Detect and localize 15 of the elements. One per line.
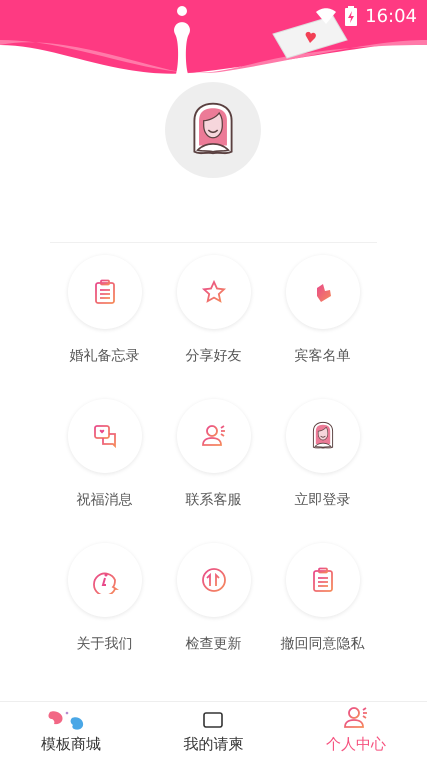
menu-item[interactable]: 立即登录 [268, 399, 377, 509]
menu-item[interactable]: 宾客名单 [268, 255, 377, 365]
menu-item[interactable]: 关于我们 [50, 543, 159, 653]
menu-item[interactable]: 联系客服 [159, 399, 268, 509]
clock-time: 16:04 [365, 6, 417, 26]
wifi-icon [315, 7, 338, 25]
menu-item[interactable]: 分享好友 [159, 255, 268, 365]
nav-tab[interactable]: 模板商城 [0, 702, 142, 760]
nav-tab[interactable]: 我的请柬 [142, 702, 285, 760]
update-icon [200, 566, 228, 594]
menu-item[interactable]: 撤回同意隐私 [268, 543, 377, 653]
menu-item[interactable]: 祝福消息 [50, 399, 159, 509]
menu-item[interactable]: 婚礼备忘录 [50, 255, 159, 365]
menu-item[interactable]: 检查更新 [159, 543, 268, 653]
battery-icon [345, 6, 358, 26]
